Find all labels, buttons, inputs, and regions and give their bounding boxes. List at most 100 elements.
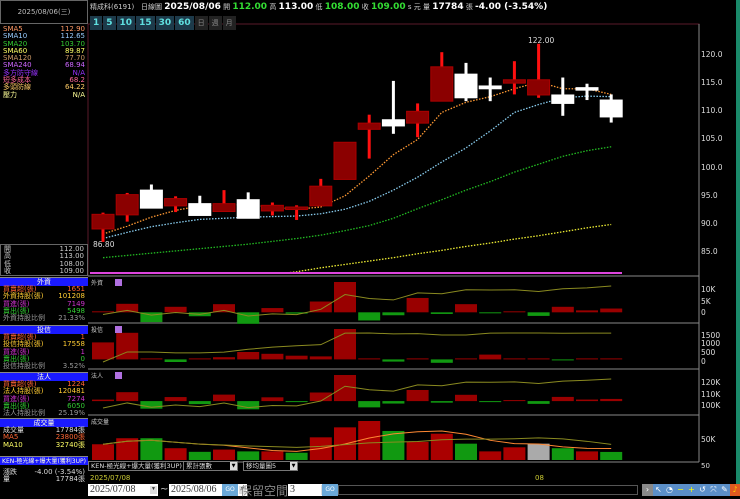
foreign_net-tick: 5K <box>701 297 711 306</box>
foreign-bar <box>455 304 477 313</box>
panel-settings-icon[interactable] <box>115 372 122 379</box>
draw-tool-icon[interactable]: ✎ <box>719 484 730 496</box>
candle-body <box>575 87 599 91</box>
candle-body <box>139 189 163 209</box>
candle-body <box>381 119 405 127</box>
fullscreen-icon[interactable]: ⤧ <box>708 484 719 496</box>
inst_net-tick: 100K <box>701 401 721 410</box>
info-row: 壓力 N/A <box>0 91 88 99</box>
foreign-bar <box>479 312 502 314</box>
period-button[interactable]: 月 <box>222 16 236 30</box>
status-bar <box>338 485 638 495</box>
candle-body <box>285 206 309 211</box>
foreign-bar <box>92 311 114 313</box>
date-from-input[interactable]: 2025/07/08 ▼ <box>88 484 158 496</box>
inst_net-tick: 110K <box>701 390 721 399</box>
right-label: 50 <box>701 462 710 470</box>
panel-settings-icon[interactable] <box>115 279 122 286</box>
volume-bar <box>261 451 284 460</box>
row-value: 3.52% <box>62 362 85 371</box>
candle-body <box>527 79 551 96</box>
foreign-section: 外資 買賣超(張) 1651 外資持股(張) 101208 買進(張) 7149 賣出(張) 5… <box>0 277 88 322</box>
volume-bar <box>164 448 187 460</box>
row-label: MA10 <box>3 440 23 449</box>
info-row: 收 109.00 <box>1 267 87 275</box>
arrow-left-icon[interactable]: › <box>642 484 653 496</box>
zoom-in-icon[interactable]: + <box>686 484 697 496</box>
clock-icon[interactable]: ◔ <box>664 484 675 496</box>
inst-bar <box>116 392 139 402</box>
volume-value: 17784 <box>432 2 464 12</box>
price-tick: 95.0 <box>701 190 718 200</box>
row-value: 21.33% <box>58 314 85 323</box>
trust-bar <box>576 358 598 360</box>
volume-bar <box>188 451 211 460</box>
foreign-bar <box>334 282 356 313</box>
trust-bar <box>92 342 114 360</box>
undo-icon[interactable]: ↺ <box>697 484 708 496</box>
volume-bar <box>455 443 477 460</box>
go-button-2[interactable]: GO <box>322 484 338 496</box>
volume-bar <box>92 444 114 460</box>
info-row: MA10 32740張 <box>0 440 88 449</box>
chevron-down-icon[interactable]: ▼ <box>290 462 297 470</box>
candle-body <box>164 198 188 207</box>
date-to-value: 2025/08/06 <box>171 484 217 495</box>
period-button[interactable]: 5 <box>103 16 116 30</box>
candle-body <box>115 194 139 216</box>
chevron-down-icon[interactable]: ▼ <box>150 486 157 494</box>
inst-section: 法人 買賣超(張) 1224 法人持股(張) 120481 買進(張) 7274 賣出(張) 6… <box>0 372 88 417</box>
volume-bar <box>479 451 502 460</box>
bell-icon[interactable]: ♪ <box>730 484 740 496</box>
reserve-value: 3 <box>290 484 295 495</box>
cursor-icon[interactable]: ↖ <box>653 484 664 496</box>
date-from-value: 2025/07/08 <box>90 484 136 495</box>
volume-section: 成交量 成交量 17784張 MA5 23800張 MA10 32740張 <box>0 418 88 449</box>
foreign-bar <box>261 308 284 313</box>
panel-settings-icon[interactable] <box>115 326 122 333</box>
volume-bar <box>285 452 308 460</box>
high-value: 113.00 <box>278 2 314 12</box>
row-value: 32740張 <box>55 440 85 449</box>
period-button[interactable]: 10 <box>116 16 136 30</box>
trust_net-tick: 500 <box>701 348 716 357</box>
period-button[interactable]: 1 <box>90 16 103 30</box>
inst_net-tick: 120K <box>701 378 721 387</box>
inst-bar <box>213 394 235 402</box>
period-button[interactable]: 30 <box>155 16 175 30</box>
ma-select[interactable]: 移均量圖5 ▼ <box>243 461 298 471</box>
strategy-title[interactable]: KEN-極光線+爆大量(獲利3UP) <box>0 456 88 465</box>
foreign-bar <box>527 312 550 316</box>
inst-bar <box>92 399 114 402</box>
close-value: 109.00 <box>370 2 406 12</box>
chart-canvas[interactable]: 86.80 122.00 外資投信法人成交量 <box>0 0 740 496</box>
candle-body <box>309 185 333 207</box>
candle-body <box>357 122 381 130</box>
row-label: 外資持股比例 <box>3 314 45 323</box>
foreign-bar <box>382 312 405 316</box>
trust-bar <box>406 358 429 360</box>
volume-bar <box>551 448 574 460</box>
inst-bar <box>358 401 381 408</box>
ohlc-box: 開 112.00 高 113.00 低 108.00 收 109.00 <box>0 244 88 276</box>
ma-line-sma10 <box>102 95 612 240</box>
panel-title: 外資 <box>91 279 103 287</box>
trust-bar <box>600 358 623 360</box>
trust-bar <box>309 356 332 360</box>
volume-tick: 50K <box>701 435 716 444</box>
trust-bar <box>430 359 453 363</box>
high-label: 高 <box>269 3 277 11</box>
period-button[interactable]: 週 <box>208 16 222 30</box>
period-button[interactable]: 日 <box>194 16 208 30</box>
trust-bar <box>551 359 574 361</box>
price-tick: 120.0 <box>701 50 723 59</box>
accum-select[interactable]: 累計張數 ▼ <box>183 461 238 471</box>
zoom-out-icon[interactable]: − <box>675 484 686 496</box>
go-button[interactable]: GO <box>222 484 238 496</box>
unit-label: s 元 <box>407 3 421 11</box>
trust-bar <box>358 358 381 360</box>
period-button[interactable]: 60 <box>175 16 194 30</box>
period-button[interactable]: 15 <box>136 16 155 30</box>
chevron-down-icon[interactable]: ▼ <box>230 462 237 470</box>
volume-bar <box>430 433 453 460</box>
